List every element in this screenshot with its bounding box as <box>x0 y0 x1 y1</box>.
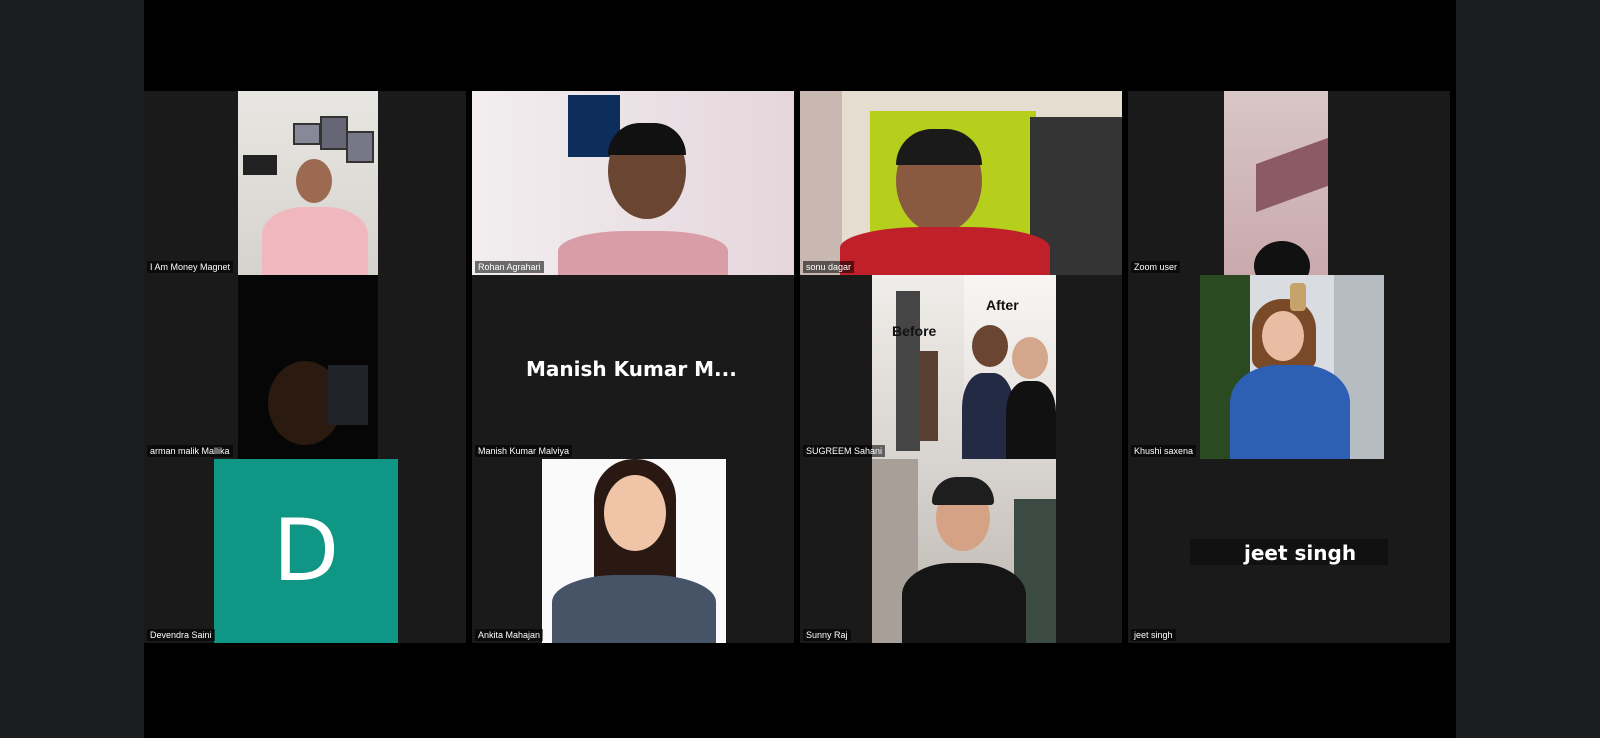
before-overlay-label: Before <box>892 323 937 339</box>
participant-name: SUGREEM Sahani <box>803 445 886 457</box>
participant-name: I Am Money Magnet <box>147 261 234 273</box>
participant-video <box>542 459 726 643</box>
participant-video <box>1200 275 1384 459</box>
participant-placeholder-name: jeet singh <box>1244 541 1357 565</box>
participant-tile[interactable]: Ankita Mahajan <box>472 459 794 643</box>
participant-tile[interactable]: Zoom user <box>1128 91 1450 275</box>
participant-tile[interactable]: Khushi saxena <box>1128 275 1450 459</box>
participant-tile[interactable]: I Am Money Magnet <box>144 91 466 275</box>
participant-name: Sunny Raj <box>803 629 851 641</box>
after-overlay-label: After <box>986 297 1019 313</box>
participant-video <box>1224 91 1328 275</box>
participant-video <box>238 91 378 275</box>
participant-video <box>800 91 1122 275</box>
participant-name: Devendra Saini <box>147 629 215 641</box>
participant-name: Rohan Agrahari <box>475 261 544 273</box>
gallery-view: I Am Money Magnet Rohan Agrahari sonu da… <box>144 0 1456 738</box>
participant-tile[interactable]: D Devendra Saini <box>144 459 466 643</box>
participant-name: arman malik Mallika <box>147 445 233 457</box>
participant-tile[interactable]: sonu dagar <box>800 91 1122 275</box>
participant-name: Ankita Mahajan <box>475 629 544 641</box>
participant-tile[interactable]: Sunny Raj <box>800 459 1122 643</box>
participant-name: Khushi saxena <box>1131 445 1197 457</box>
participant-video <box>472 91 794 275</box>
participant-name: sonu dagar <box>803 261 855 273</box>
avatar: D <box>214 459 398 643</box>
participant-placeholder-name: Manish Kumar M... <box>526 357 737 381</box>
participant-tile[interactable]: jeet singh jeet singh <box>1128 459 1450 643</box>
participant-tile[interactable]: Rohan Agrahari <box>472 91 794 275</box>
avatar-letter: D <box>272 501 340 601</box>
participant-video: Before After <box>872 275 1056 459</box>
participant-name: Zoom user <box>1131 261 1181 273</box>
participant-tile[interactable]: Before After SUGREEM Sahani <box>800 275 1122 459</box>
participant-name: jeet singh <box>1131 629 1176 641</box>
participant-video <box>872 459 1056 643</box>
participant-tile[interactable]: Manish Kumar M... Manish Kumar Malviya <box>472 275 794 459</box>
participant-name: Manish Kumar Malviya <box>475 445 573 457</box>
participant-video <box>238 275 378 459</box>
participant-tile[interactable]: arman malik Mallika <box>144 275 466 459</box>
